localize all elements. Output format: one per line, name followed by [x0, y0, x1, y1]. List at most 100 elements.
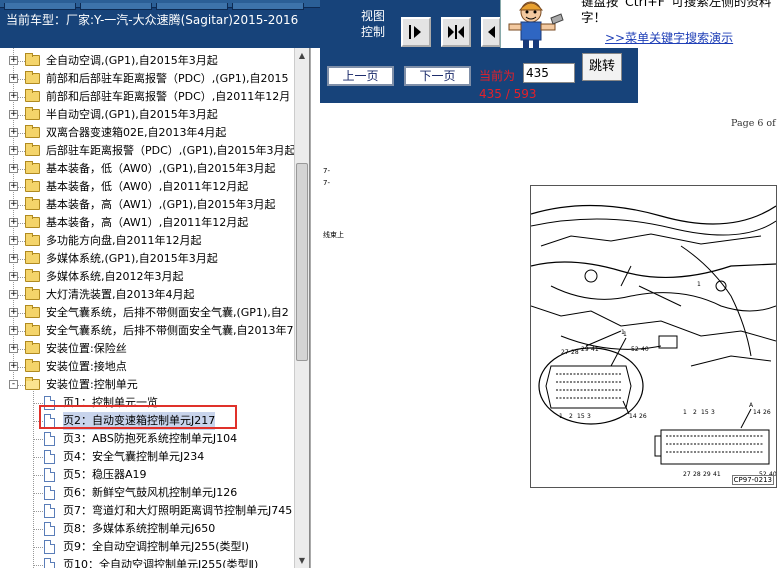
expand-icon[interactable]: + — [9, 236, 18, 245]
tree-node[interactable]: + 多媒体系统,(GP1),自2015年3月起 — [0, 250, 294, 268]
tree-node[interactable]: + 前部和后部驻车距离报警（PDC）,(GP1),自2015 — [0, 70, 294, 88]
callout-label: 1 — [623, 331, 627, 338]
expand-icon[interactable]: + — [9, 200, 18, 209]
page-icon — [44, 504, 55, 518]
tree-page[interactable]: 页5：稳压器A19 — [0, 466, 294, 484]
go-button[interactable]: 跳转 — [582, 53, 622, 81]
tree-page[interactable]: 页3：ABS防抱死系统控制单元J104 — [0, 430, 294, 448]
folder-icon — [25, 305, 40, 318]
tree-page-label: 页3：ABS防抱死系统控制单元J104 — [63, 432, 238, 445]
tree-scrollbar[interactable]: ▲ ▼ — [294, 48, 309, 568]
tree-node[interactable]: + 基本装备，低（AW0）,(GP1),自2015年3月起 — [0, 160, 294, 178]
expand-icon[interactable]: + — [9, 344, 18, 353]
tree-node[interactable]: + 安全气囊系统，后排不带侧面安全气囊,(GP1),自2 — [0, 304, 294, 322]
expand-icon[interactable]: + — [9, 164, 18, 173]
tree-node[interactable]: + 多功能方向盘,自2011年12月起 — [0, 232, 294, 250]
page-number-input[interactable] — [523, 63, 575, 83]
collapse-icon[interactable]: - — [9, 380, 18, 389]
folder-icon — [25, 179, 40, 192]
tree-page[interactable]: 页7：弯道灯和大灯照明距离调节控制单元J745 — [0, 502, 294, 520]
tree-node-label: 安全气囊系统，后排不带侧面安全气囊,(GP1),自2 — [46, 306, 289, 319]
expand-icon[interactable]: + — [9, 308, 18, 317]
expand-icon[interactable]: + — [9, 290, 18, 299]
tree-page[interactable]: 页10：全自动空调控制单元J255(类型Ⅱ) — [0, 556, 294, 568]
document-viewer[interactable]: Page 6 of 7- 7- 线束上 1 1 27 28 29 41 52 4… — [320, 103, 777, 568]
tree-node[interactable]: + 半自动空调,(GP1),自2015年3月起 — [0, 106, 294, 124]
tree-node[interactable]: + 安全气囊系统，后排不带侧面安全气囊,自2013年7 — [0, 322, 294, 340]
document-tree[interactable]: + 全自动空调,(GP1),自2015年3月起 + 前部和后部驻车距离报警（PDC）,… — [0, 48, 310, 568]
tree-node-label: 大灯清洗装置,自2013年4月起 — [46, 288, 195, 301]
tree-node[interactable]: + 大灯清洗装置,自2013年4月起 — [0, 286, 294, 304]
view-right-button[interactable] — [401, 17, 431, 47]
search-demo-link[interactable]: >>菜单关键字搜索演示 — [605, 29, 733, 46]
expand-icon[interactable]: + — [9, 74, 18, 83]
pin-label: 26 — [763, 409, 771, 416]
tree-node-label: 安装位置:保险丝 — [46, 342, 127, 355]
expand-icon[interactable]: + — [9, 92, 18, 101]
tree-page-label: 页5：稳压器A19 — [63, 468, 147, 481]
mascot-icon — [501, 0, 567, 48]
tree-node-label: 安全气囊系统，后排不带侧面安全气囊,自2013年7 — [46, 324, 294, 337]
panel-divider[interactable] — [310, 48, 320, 568]
scroll-down-icon[interactable]: ▼ — [296, 554, 308, 567]
folder-icon — [25, 251, 40, 264]
tree-node-label: 基本装备，低（AW0）,(GP1),自2015年3月起 — [46, 162, 276, 175]
tree-node-label: 基本装备，高（AW1）,自2011年12月起 — [46, 216, 249, 229]
tree-node[interactable]: + 安装位置:保险丝 — [0, 340, 294, 358]
expand-icon[interactable]: + — [9, 218, 18, 227]
text-fragment: 7- — [323, 167, 330, 175]
page-of-text: Page 6 of — [731, 118, 776, 129]
expand-icon[interactable]: + — [9, 128, 18, 137]
tree-node[interactable]: - 安装位置:控制单元 — [0, 376, 294, 394]
scroll-up-icon[interactable]: ▲ — [296, 49, 308, 62]
scroll-thumb[interactable] — [296, 163, 308, 361]
expand-icon[interactable]: + — [9, 326, 18, 335]
tree-page-label: 页9：全自动空调控制单元J255(类型Ⅰ) — [63, 540, 250, 553]
split-arrows-icon — [448, 25, 464, 39]
tree-page[interactable]: 页4：安全气囊控制单元J234 — [0, 448, 294, 466]
tree-page-label: 页4：安全气囊控制单元J234 — [63, 450, 205, 463]
folder-icon — [25, 287, 40, 300]
page-count: 435 / 593 — [479, 87, 537, 101]
pin-label: 28 — [571, 349, 579, 356]
page-icon — [44, 558, 55, 568]
expand-icon[interactable]: + — [9, 146, 18, 155]
tree-node[interactable]: + 前部和后部驻车距离报警（PDC）,自2011年12月 — [0, 88, 294, 106]
expand-icon[interactable]: + — [9, 254, 18, 263]
view-split-button[interactable] — [441, 17, 471, 47]
tree-page-label: 页6：新鲜空气鼓风机控制单元J126 — [63, 486, 238, 499]
expand-icon[interactable]: + — [9, 272, 18, 281]
tree-node[interactable]: + 多媒体系统,自2012年3月起 — [0, 268, 294, 286]
tree-node[interactable]: + 后部驻车距离报警（PDC）,(GP1),自2015年3月起 — [0, 142, 296, 160]
tree-page[interactable]: 页6：新鲜空气鼓风机控制单元J126 — [0, 484, 294, 502]
text-fragment: 线束上 — [323, 231, 344, 239]
pin-label: 28 — [693, 471, 701, 478]
next-page-button[interactable]: 下一页 — [404, 66, 471, 86]
pin-label: 3 — [587, 413, 591, 420]
expand-icon[interactable]: + — [9, 110, 18, 119]
tree-page[interactable]: 页9：全自动空调控制单元J255(类型Ⅰ) — [0, 538, 294, 556]
pin-label: 15 — [577, 413, 585, 420]
prev-page-button[interactable]: 上一页 — [327, 66, 394, 86]
tree-node[interactable]: + 基本装备，高（AW1）,(GP1),自2015年3月起 — [0, 196, 294, 214]
pin-label: 29 — [703, 471, 711, 478]
tree-node[interactable]: + 全自动空调,(GP1),自2015年3月起 — [0, 52, 294, 70]
current-car-model: 当前车型：厂家:Y-一汽-大众速腾(Sagitar)2015-2016 — [6, 13, 299, 27]
tree-page[interactable]: 页8：多媒体系统控制单元J650 — [0, 520, 294, 538]
expand-icon[interactable]: + — [9, 182, 18, 191]
expand-icon[interactable]: + — [9, 362, 18, 371]
pin-label: 40 — [641, 346, 649, 353]
tree-node[interactable]: + 基本装备，低（AW0）,自2011年12月起 — [0, 178, 294, 196]
tree-node-label: 后部驻车距离报警（PDC）,(GP1),自2015年3月起 — [46, 144, 296, 157]
expand-icon[interactable]: + — [9, 56, 18, 65]
folder-icon — [25, 377, 40, 390]
tree-node[interactable]: + 双离合器变速箱02E,自2013年4月起 — [0, 124, 294, 142]
tree-node[interactable]: + 安装位置:接地点 — [0, 358, 294, 376]
view-control-label: 视图 控制 — [361, 9, 386, 39]
folder-icon — [25, 161, 40, 174]
tree-node[interactable]: + 基本装备，高（AW1）,自2011年12月起 — [0, 214, 294, 232]
view-left-button[interactable] — [481, 17, 501, 47]
pin-label: 14 — [753, 409, 761, 416]
pin-label: 14 — [629, 413, 637, 420]
pin-label: 2 — [693, 409, 697, 416]
